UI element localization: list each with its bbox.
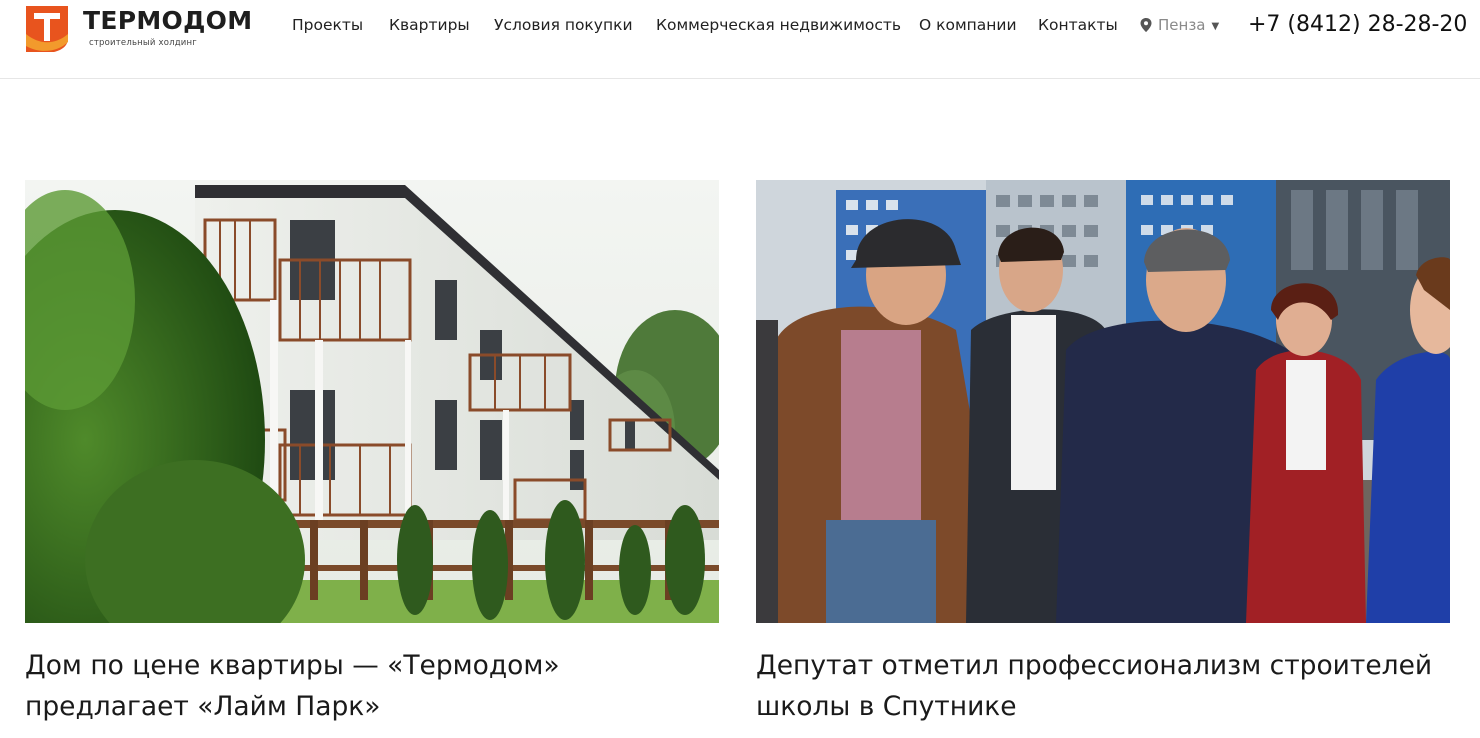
brand-tagline: строительный холдинг <box>89 38 197 48</box>
brand-name[interactable]: ТЕРМОДОМ <box>83 6 252 36</box>
city-selector[interactable]: Пенза ▼ <box>1140 14 1219 36</box>
nav-item-contacts[interactable]: Контакты <box>1038 14 1118 36</box>
phone-number[interactable]: +7 (8412) 28-28-20 <box>1248 10 1467 40</box>
nav-item-apartments[interactable]: Квартиры <box>389 14 470 36</box>
nav-item-purchase-terms[interactable]: Условия покупки <box>494 14 633 36</box>
map-pin-icon <box>1140 18 1152 32</box>
nav-item-commercial[interactable]: Коммерческая недвижимость <box>656 14 901 36</box>
termodom-logo-icon[interactable] <box>24 4 70 54</box>
city-label: Пенза <box>1158 16 1206 34</box>
nav-item-about[interactable]: О компании <box>919 14 1017 36</box>
news-title-2[interactable]: Депутат отметил профессионализм строител… <box>756 645 1456 727</box>
news-title-1[interactable]: Дом по цене квартиры — «Термодом» предла… <box>25 645 725 727</box>
nav-item-projects[interactable]: Проекты <box>292 14 363 36</box>
news-image-officials[interactable] <box>756 180 1450 623</box>
site-header: ТЕРМОДОМ строительный холдинг Проекты Кв… <box>0 0 1480 79</box>
caret-down-icon: ▼ <box>1211 21 1220 32</box>
news-image-townhouses[interactable] <box>25 180 719 623</box>
